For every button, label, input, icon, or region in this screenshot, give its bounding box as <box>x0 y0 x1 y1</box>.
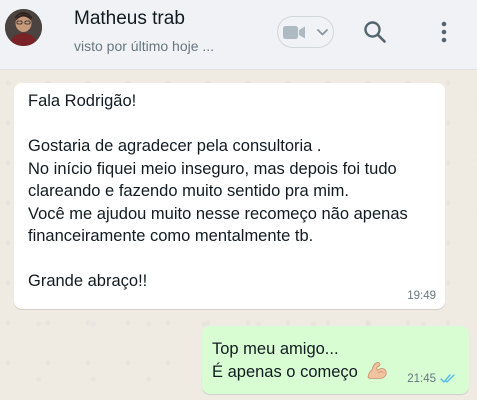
chat-header: Matheus trab visto por último hoje ... <box>0 0 477 70</box>
message-timestamp: 21:45 <box>407 373 436 385</box>
avatar[interactable] <box>5 9 42 46</box>
flexed-biceps-icon <box>366 360 388 386</box>
message-line: Você me ajudou muito nesse recomeço não … <box>28 204 408 223</box>
contact-name[interactable]: Matheus trab <box>74 8 185 30</box>
chevron-down-icon <box>317 29 328 36</box>
video-call-icon <box>283 26 328 39</box>
message-line: Gostaria de agradecer pela consultoria . <box>28 137 322 155</box>
message-line: Grande abraço!! <box>28 272 148 290</box>
outgoing-message[interactable]: Top meu amigo... É apenas o começo 21:45 <box>202 326 469 394</box>
search-icon <box>364 21 386 43</box>
double-check-read-icon <box>440 374 455 383</box>
message-timestamp: 19:49 <box>407 290 436 302</box>
avatar-photo <box>5 9 42 46</box>
message-line: Fala Rodrigão! <box>28 92 137 110</box>
more-vertical-icon <box>441 21 447 43</box>
menu-button[interactable] <box>434 19 454 45</box>
message-line: No início fiquei meio inseguro, mas depo… <box>28 159 397 178</box>
incoming-message[interactable]: Fala Rodrigão! Gostaria de agradecer pel… <box>14 83 445 309</box>
last-seen-status: visto por último hoje ... <box>74 38 215 54</box>
search-button[interactable] <box>362 19 388 45</box>
message-line: clareando e fazendo muito sentido pra mi… <box>28 182 350 200</box>
chat-area: Fala Rodrigão! Gostaria de agradecer pel… <box>0 71 477 400</box>
message-text: É apenas o começo <box>212 363 358 381</box>
message-line: Top meu amigo... <box>212 340 339 358</box>
video-call-button[interactable] <box>277 16 334 48</box>
message-line: financeiramente como mentalmente tb. <box>28 227 314 245</box>
